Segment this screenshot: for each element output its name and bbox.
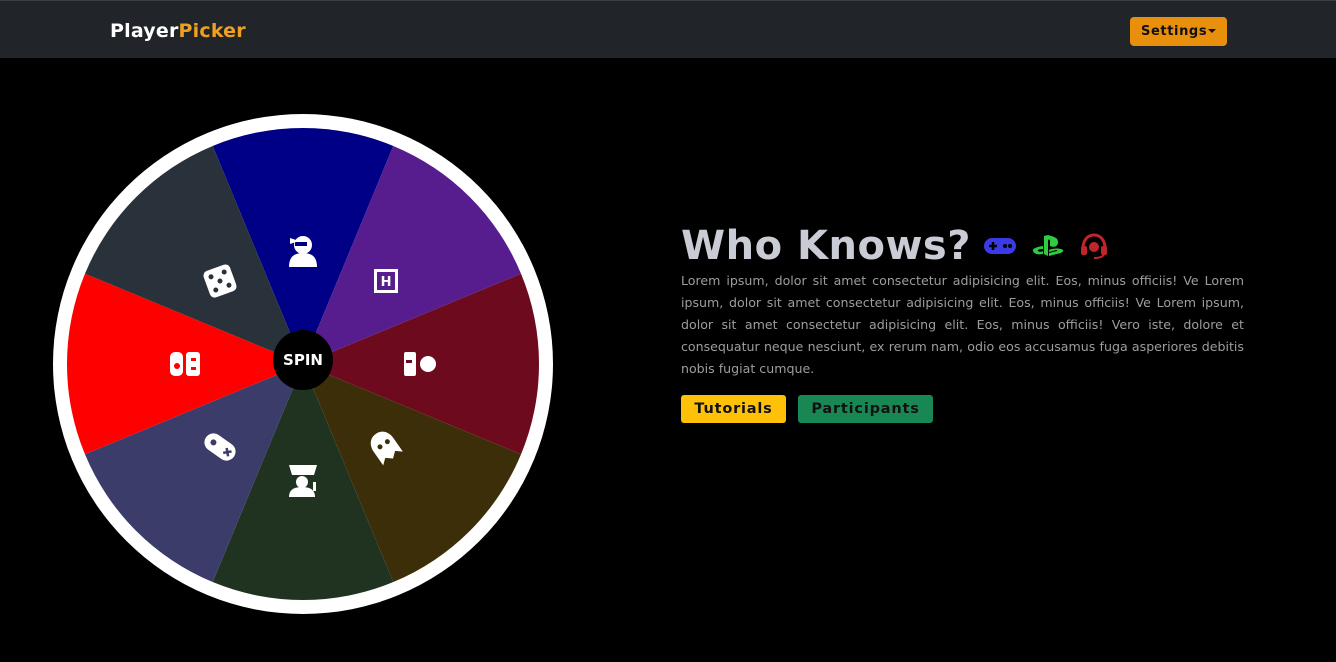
participants-button[interactable]: Participants bbox=[798, 395, 933, 423]
playstation-icon bbox=[1032, 235, 1064, 256]
brand-part-2: Picker bbox=[178, 20, 246, 42]
caret-down-icon bbox=[1208, 29, 1216, 33]
brand-part-1: Player bbox=[110, 20, 179, 42]
navbar: PlayerPicker Settings bbox=[0, 0, 1336, 58]
page-title: Who Knows? bbox=[681, 223, 971, 269]
headline: Who Knows? bbox=[681, 218, 1109, 274]
gamepad-icon bbox=[983, 238, 1016, 254]
tutorials-button[interactable]: Tutorials bbox=[681, 395, 786, 423]
wheel-graphic: H SPIN bbox=[53, 114, 553, 614]
brand-logo[interactable]: PlayerPicker bbox=[110, 20, 246, 42]
spin-wheel: H SPIN bbox=[53, 114, 553, 618]
header-icons bbox=[983, 232, 1109, 260]
headset-icon bbox=[1080, 233, 1107, 259]
description-text: Lorem ipsum, dolor sit amet consectetur … bbox=[681, 273, 1244, 376]
settings-label: Settings bbox=[1141, 24, 1208, 39]
hacker-news-icon: H bbox=[374, 269, 398, 293]
settings-dropdown-button[interactable]: Settings bbox=[1130, 17, 1227, 46]
spin-label[interactable]: SPIN bbox=[283, 351, 323, 369]
svg-text:H: H bbox=[381, 275, 392, 290]
